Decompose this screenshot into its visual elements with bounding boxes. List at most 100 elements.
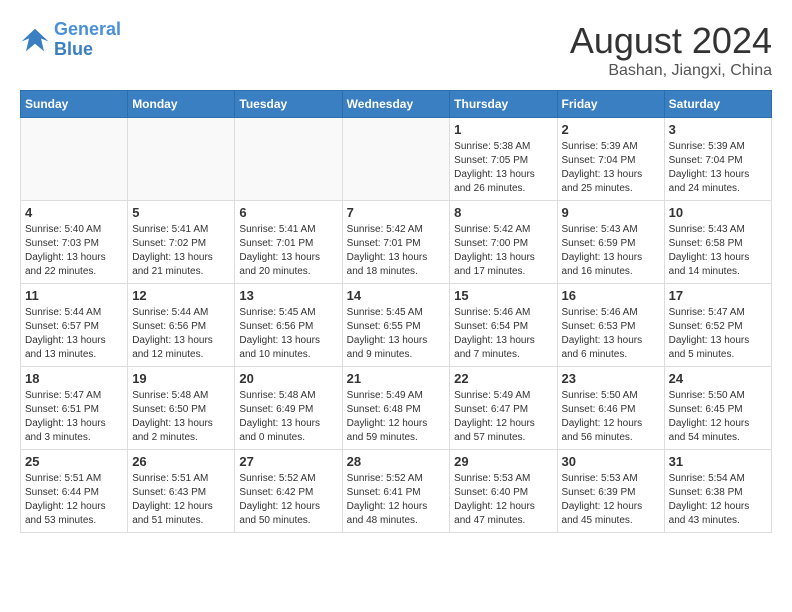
calendar-cell: 22 Sunrise: 5:49 AM Sunset: 6:47 PM Dayli… (450, 367, 557, 450)
calendar-cell: 8 Sunrise: 5:42 AM Sunset: 7:00 PM Daylig… (450, 201, 557, 284)
day-info: Sunrise: 5:40 AM Sunset: 7:03 PM Dayligh… (25, 223, 123, 279)
day-number: 11 (25, 288, 123, 303)
day-info: Sunrise: 5:42 AM Sunset: 7:00 PM Dayligh… (454, 223, 552, 279)
calendar-cell: 12 Sunrise: 5:44 AM Sunset: 6:56 PM Dayli… (128, 284, 235, 367)
calendar-cell: 18Sunrise: 5:47 AM Sunset: 6:51 PM Dayli… (21, 367, 128, 450)
day-number: 14 (347, 288, 446, 303)
day-header-tuesday: Tuesday (235, 91, 342, 118)
calendar-cell: 19Sunrise: 5:48 AM Sunset: 6:50 PM Dayli… (128, 367, 235, 450)
day-info: Sunrise: 5:53 AM Sunset: 6:39 PM Dayligh… (562, 472, 660, 528)
day-number: 22 (454, 371, 552, 386)
calendar-cell: 25 Sunrise: 5:51 AM Sunset: 6:44 PM Dayli… (21, 450, 128, 533)
logo-text: General Blue (54, 20, 121, 60)
calendar-cell: 29 Sunrise: 5:53 AM Sunset: 6:40 PM Dayli… (450, 450, 557, 533)
day-number: 8 (454, 205, 552, 220)
day-info: Sunrise: 5:39 AM Sunset: 7:04 PM Dayligh… (669, 140, 767, 196)
calendar-cell: 23Sunrise: 5:50 AM Sunset: 6:46 PM Dayli… (557, 367, 664, 450)
day-info: Sunrise: 5:49 AM Sunset: 6:47 PM Dayligh… (454, 389, 552, 445)
day-info: Sunrise: 5:41 AM Sunset: 7:01 PM Dayligh… (239, 223, 337, 279)
calendar-cell: 31 Sunrise: 5:54 AM Sunset: 6:38 PM Dayli… (664, 450, 771, 533)
day-header-friday: Friday (557, 91, 664, 118)
day-info: Sunrise: 5:47 AM Sunset: 6:52 PM Dayligh… (669, 306, 767, 362)
calendar-cell (342, 118, 450, 201)
day-number: 23 (562, 371, 660, 386)
day-info: Sunrise: 5:42 AM Sunset: 7:01 PM Dayligh… (347, 223, 446, 279)
day-header-saturday: Saturday (664, 91, 771, 118)
calendar-header-row: SundayMondayTuesdayWednesdayThursdayFrid… (21, 91, 772, 118)
calendar-week-row: 18Sunrise: 5:47 AM Sunset: 6:51 PM Dayli… (21, 367, 772, 450)
calendar-cell: 6 Sunrise: 5:41 AM Sunset: 7:01 PM Daylig… (235, 201, 342, 284)
day-header-monday: Monday (128, 91, 235, 118)
day-info: Sunrise: 5:45 AM Sunset: 6:56 PM Dayligh… (239, 306, 337, 362)
day-info: Sunrise: 5:39 AM Sunset: 7:04 PM Dayligh… (562, 140, 660, 196)
day-number: 1 (454, 122, 552, 137)
calendar-cell: 15Sunrise: 5:46 AM Sunset: 6:54 PM Dayli… (450, 284, 557, 367)
day-number: 31 (669, 454, 767, 469)
calendar-week-row: 1 Sunrise: 5:38 AM Sunset: 7:05 PM Daylig… (21, 118, 772, 201)
calendar-cell: 11 Sunrise: 5:44 AM Sunset: 6:57 PM Dayli… (21, 284, 128, 367)
calendar-cell: 20Sunrise: 5:48 AM Sunset: 6:49 PM Dayli… (235, 367, 342, 450)
day-info: Sunrise: 5:52 AM Sunset: 6:41 PM Dayligh… (347, 472, 446, 528)
day-info: Sunrise: 5:44 AM Sunset: 6:56 PM Dayligh… (132, 306, 230, 362)
calendar-cell: 1 Sunrise: 5:38 AM Sunset: 7:05 PM Daylig… (450, 118, 557, 201)
day-number: 19 (132, 371, 230, 386)
day-number: 12 (132, 288, 230, 303)
logo-icon (20, 25, 50, 55)
calendar-week-row: 11 Sunrise: 5:44 AM Sunset: 6:57 PM Dayli… (21, 284, 772, 367)
day-info: Sunrise: 5:43 AM Sunset: 6:58 PM Dayligh… (669, 223, 767, 279)
calendar-cell: 10Sunrise: 5:43 AM Sunset: 6:58 PM Dayli… (664, 201, 771, 284)
location: Bashan, Jiangxi, China (570, 62, 772, 80)
day-number: 5 (132, 205, 230, 220)
calendar-cell: 9 Sunrise: 5:43 AM Sunset: 6:59 PM Daylig… (557, 201, 664, 284)
day-info: Sunrise: 5:38 AM Sunset: 7:05 PM Dayligh… (454, 140, 552, 196)
day-info: Sunrise: 5:52 AM Sunset: 6:42 PM Dayligh… (239, 472, 337, 528)
day-number: 20 (239, 371, 337, 386)
day-number: 27 (239, 454, 337, 469)
page-header: General Blue August 2024 Bashan, Jiangxi… (20, 20, 772, 80)
day-info: Sunrise: 5:50 AM Sunset: 6:45 PM Dayligh… (669, 389, 767, 445)
calendar-cell: 4 Sunrise: 5:40 AM Sunset: 7:03 PM Daylig… (21, 201, 128, 284)
day-info: Sunrise: 5:44 AM Sunset: 6:57 PM Dayligh… (25, 306, 123, 362)
day-number: 28 (347, 454, 446, 469)
title-block: August 2024 Bashan, Jiangxi, China (570, 20, 772, 80)
calendar-cell: 26Sunrise: 5:51 AM Sunset: 6:43 PM Dayli… (128, 450, 235, 533)
day-number: 30 (562, 454, 660, 469)
day-number: 16 (562, 288, 660, 303)
day-number: 25 (25, 454, 123, 469)
day-number: 17 (669, 288, 767, 303)
calendar-week-row: 4 Sunrise: 5:40 AM Sunset: 7:03 PM Daylig… (21, 201, 772, 284)
day-info: Sunrise: 5:54 AM Sunset: 6:38 PM Dayligh… (669, 472, 767, 528)
day-info: Sunrise: 5:46 AM Sunset: 6:53 PM Dayligh… (562, 306, 660, 362)
day-info: Sunrise: 5:49 AM Sunset: 6:48 PM Dayligh… (347, 389, 446, 445)
day-number: 21 (347, 371, 446, 386)
day-header-sunday: Sunday (21, 91, 128, 118)
calendar-cell (128, 118, 235, 201)
calendar-cell: 16 Sunrise: 5:46 AM Sunset: 6:53 PM Dayli… (557, 284, 664, 367)
month-year: August 2024 (570, 20, 772, 62)
day-info: Sunrise: 5:53 AM Sunset: 6:40 PM Dayligh… (454, 472, 552, 528)
calendar-cell: 5 Sunrise: 5:41 AM Sunset: 7:02 PM Daylig… (128, 201, 235, 284)
day-header-thursday: Thursday (450, 91, 557, 118)
calendar-cell: 28 Sunrise: 5:52 AM Sunset: 6:41 PM Dayli… (342, 450, 450, 533)
calendar-cell: 2Sunrise: 5:39 AM Sunset: 7:04 PM Daylig… (557, 118, 664, 201)
day-number: 6 (239, 205, 337, 220)
day-info: Sunrise: 5:45 AM Sunset: 6:55 PM Dayligh… (347, 306, 446, 362)
day-info: Sunrise: 5:51 AM Sunset: 6:43 PM Dayligh… (132, 472, 230, 528)
day-number: 9 (562, 205, 660, 220)
day-number: 29 (454, 454, 552, 469)
day-number: 18 (25, 371, 123, 386)
day-number: 3 (669, 122, 767, 137)
calendar-cell: 3 Sunrise: 5:39 AM Sunset: 7:04 PM Daylig… (664, 118, 771, 201)
day-info: Sunrise: 5:46 AM Sunset: 6:54 PM Dayligh… (454, 306, 552, 362)
day-info: Sunrise: 5:43 AM Sunset: 6:59 PM Dayligh… (562, 223, 660, 279)
calendar-cell: 24 Sunrise: 5:50 AM Sunset: 6:45 PM Dayli… (664, 367, 771, 450)
calendar-cell: 7Sunrise: 5:42 AM Sunset: 7:01 PM Daylig… (342, 201, 450, 284)
calendar-cell: 14 Sunrise: 5:45 AM Sunset: 6:55 PM Dayli… (342, 284, 450, 367)
day-number: 24 (669, 371, 767, 386)
calendar-table: SundayMondayTuesdayWednesdayThursdayFrid… (20, 90, 772, 533)
day-info: Sunrise: 5:51 AM Sunset: 6:44 PM Dayligh… (25, 472, 123, 528)
calendar-cell: 30 Sunrise: 5:53 AM Sunset: 6:39 PM Dayli… (557, 450, 664, 533)
day-number: 4 (25, 205, 123, 220)
calendar-cell (21, 118, 128, 201)
day-info: Sunrise: 5:41 AM Sunset: 7:02 PM Dayligh… (132, 223, 230, 279)
